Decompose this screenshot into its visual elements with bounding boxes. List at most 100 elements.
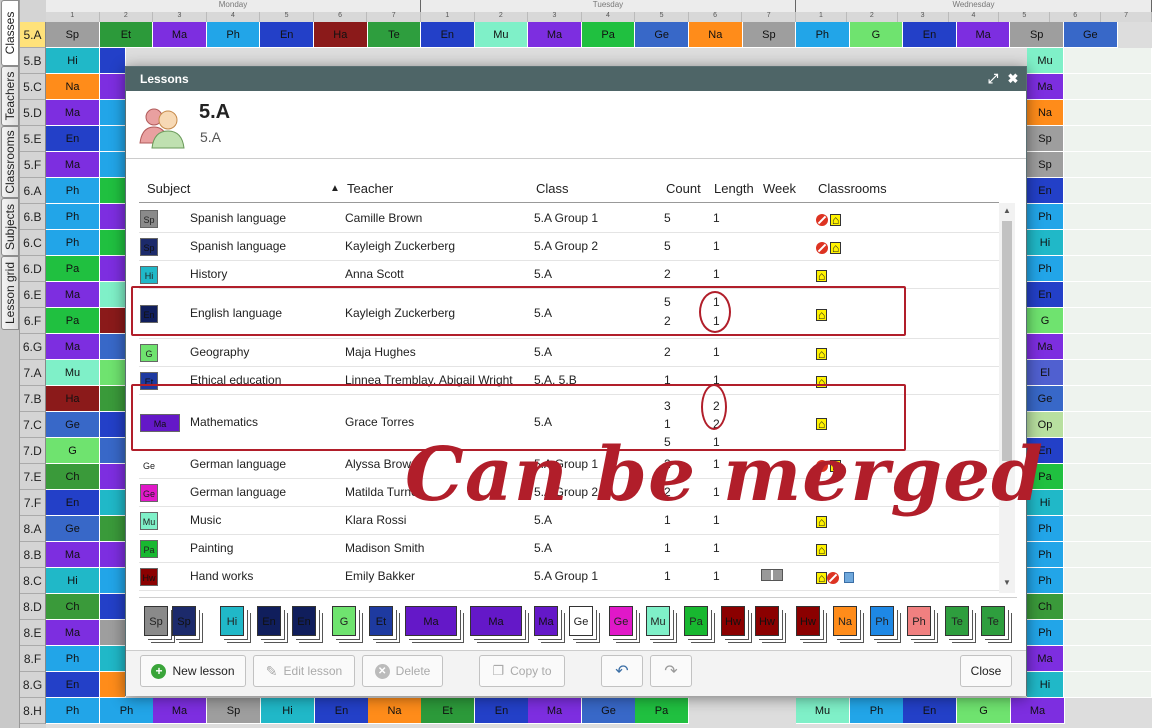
- lesson-row[interactable]: Pa Painting Madison Smith 5.A 1 1 ⌂: [139, 535, 999, 563]
- class-row-label[interactable]: 8.H: [20, 698, 46, 724]
- class-row-label[interactable]: 8.F: [20, 646, 46, 672]
- scroll-down-icon[interactable]: ▼: [1002, 577, 1012, 589]
- lesson-cell[interactable]: Mu: [474, 22, 529, 48]
- lesson-cell[interactable]: Ma: [153, 698, 207, 724]
- lesson-cell[interactable]: En: [903, 698, 957, 724]
- class-row-label[interactable]: 6.C: [20, 230, 46, 256]
- lesson-card[interactable]: Ph: [870, 606, 894, 636]
- lesson-card[interactable]: Pa: [684, 606, 708, 636]
- lesson-cell[interactable]: Et: [99, 22, 154, 48]
- lesson-cell[interactable]: En: [260, 22, 314, 48]
- undo-button[interactable]: ↶: [601, 655, 643, 687]
- class-row-label[interactable]: 7.C: [20, 412, 46, 438]
- table-scrollbar[interactable]: ▲ ▼: [999, 203, 1015, 593]
- lesson-cell[interactable]: Ph: [46, 204, 100, 230]
- lesson-cell[interactable]: En: [46, 126, 100, 152]
- lesson-cell[interactable]: Ma: [46, 100, 100, 126]
- lesson-cell[interactable]: Ph: [46, 230, 100, 256]
- scroll-thumb[interactable]: [1002, 221, 1012, 461]
- lesson-card[interactable]: Ph: [907, 606, 931, 636]
- lesson-card[interactable]: Et: [369, 606, 393, 636]
- lesson-cell[interactable]: Ch: [46, 594, 100, 620]
- class-row-label[interactable]: 6.F: [20, 308, 46, 334]
- lesson-cell[interactable]: Sp: [46, 22, 100, 48]
- class-row-label[interactable]: 8.A: [20, 516, 46, 542]
- class-row-label[interactable]: 6.B: [20, 204, 46, 230]
- lesson-card[interactable]: Te: [981, 606, 1005, 636]
- lesson-row[interactable]: Hi History Anna Scott 5.A 2 1 ⌂: [139, 261, 999, 289]
- col-subject[interactable]: Subject: [147, 181, 190, 196]
- lesson-cell[interactable]: Ge: [635, 22, 689, 48]
- lesson-cell[interactable]: Ma: [956, 22, 1011, 48]
- lesson-cell[interactable]: Ge: [46, 412, 100, 438]
- col-week[interactable]: Week: [763, 181, 796, 196]
- lesson-cell[interactable]: Pa: [635, 698, 689, 724]
- lesson-cell[interactable]: Ma: [46, 152, 100, 178]
- lesson-card[interactable]: Sp: [144, 606, 168, 636]
- lesson-cell[interactable]: Ph: [46, 698, 100, 724]
- class-row-label[interactable]: 8.B: [20, 542, 46, 568]
- lesson-row[interactable]: Sp Spanish language Kayleigh Zuckerberg 5.A…: [139, 233, 999, 261]
- class-row-label[interactable]: 5.C: [20, 74, 46, 100]
- col-class[interactable]: Class: [536, 181, 569, 196]
- lesson-card[interactable]: Mu: [646, 606, 670, 636]
- col-count[interactable]: Count: [666, 181, 701, 196]
- lesson-row[interactable]: Hw Hand works Emily Bakker 5.A Group 1 1 1 ⌂: [139, 563, 999, 591]
- lesson-cell[interactable]: Pa: [581, 22, 636, 48]
- lesson-cell[interactable]: Ma: [46, 620, 100, 646]
- lesson-card[interactable]: Hw: [721, 606, 745, 636]
- lesson-cell[interactable]: En: [421, 22, 475, 48]
- class-row-label[interactable]: 7.B: [20, 386, 46, 412]
- class-row-label[interactable]: 5.E: [20, 126, 46, 152]
- lesson-cell[interactable]: Te: [367, 22, 422, 48]
- lesson-card[interactable]: Ge: [609, 606, 633, 636]
- lesson-cell[interactable]: Ma: [46, 542, 100, 568]
- sort-ascending-icon[interactable]: ▲: [330, 183, 340, 194]
- lesson-card[interactable]: Na: [833, 606, 857, 636]
- lesson-card[interactable]: Te: [945, 606, 969, 636]
- class-row-label[interactable]: 6.A: [20, 178, 46, 204]
- class-row-label[interactable]: 7.E: [20, 464, 46, 490]
- lesson-cell[interactable]: Pa: [46, 256, 100, 282]
- class-row-label[interactable]: 5.A: [20, 22, 46, 48]
- lesson-cell[interactable]: En: [46, 672, 100, 698]
- lesson-cell[interactable]: Mu: [46, 360, 100, 386]
- lesson-cell[interactable]: Pa: [46, 308, 100, 334]
- class-row-label[interactable]: 7.F: [20, 490, 46, 516]
- maximize-icon[interactable]: ⤢: [984, 67, 1002, 91]
- class-row-label[interactable]: 5.F: [20, 152, 46, 178]
- class-row-label[interactable]: 6.G: [20, 334, 46, 360]
- class-row-label[interactable]: 6.D: [20, 256, 46, 282]
- lesson-card[interactable]: Ma: [470, 606, 522, 636]
- lesson-cell[interactable]: Hi: [46, 48, 100, 74]
- lesson-cell[interactable]: Ph: [100, 698, 154, 724]
- lesson-cell[interactable]: En: [46, 490, 100, 516]
- lesson-card[interactable]: Hw: [796, 606, 820, 636]
- lesson-cell[interactable]: Ma: [528, 22, 582, 48]
- lesson-cell[interactable]: G: [957, 698, 1011, 724]
- new-lesson-button[interactable]: + New lesson: [140, 655, 246, 687]
- lesson-cell[interactable]: Ch: [46, 464, 100, 490]
- lesson-cell[interactable]: Hi: [261, 698, 315, 724]
- lesson-cell[interactable]: En: [475, 698, 529, 724]
- lesson-cell[interactable]: Sp: [1010, 22, 1064, 48]
- lesson-cell[interactable]: Ma: [1011, 698, 1065, 724]
- lesson-cell[interactable]: Ph: [46, 646, 100, 672]
- dialog-titlebar[interactable]: Lessons ⤢ ✖: [126, 67, 1026, 91]
- lesson-cell[interactable]: Hi: [46, 568, 100, 594]
- lesson-cell[interactable]: Na: [368, 698, 422, 724]
- col-teacher[interactable]: Teacher: [347, 181, 393, 196]
- class-row-label[interactable]: 7.A: [20, 360, 46, 386]
- lesson-card[interactable]: Ma: [534, 606, 558, 636]
- lesson-card[interactable]: Hi: [220, 606, 244, 636]
- class-row-label[interactable]: 7.D: [20, 438, 46, 464]
- lesson-cell[interactable]: Sp: [207, 698, 261, 724]
- lesson-cell[interactable]: Ha: [314, 22, 368, 48]
- col-length[interactable]: Length: [714, 181, 754, 196]
- class-row-label[interactable]: 5.D: [20, 100, 46, 126]
- class-row-label[interactable]: 8.C: [20, 568, 46, 594]
- lesson-cell[interactable]: Na: [689, 22, 743, 48]
- scroll-up-icon[interactable]: ▲: [1002, 205, 1012, 217]
- lesson-cell[interactable]: Ph: [796, 22, 850, 48]
- lesson-card[interactable]: En: [257, 606, 281, 636]
